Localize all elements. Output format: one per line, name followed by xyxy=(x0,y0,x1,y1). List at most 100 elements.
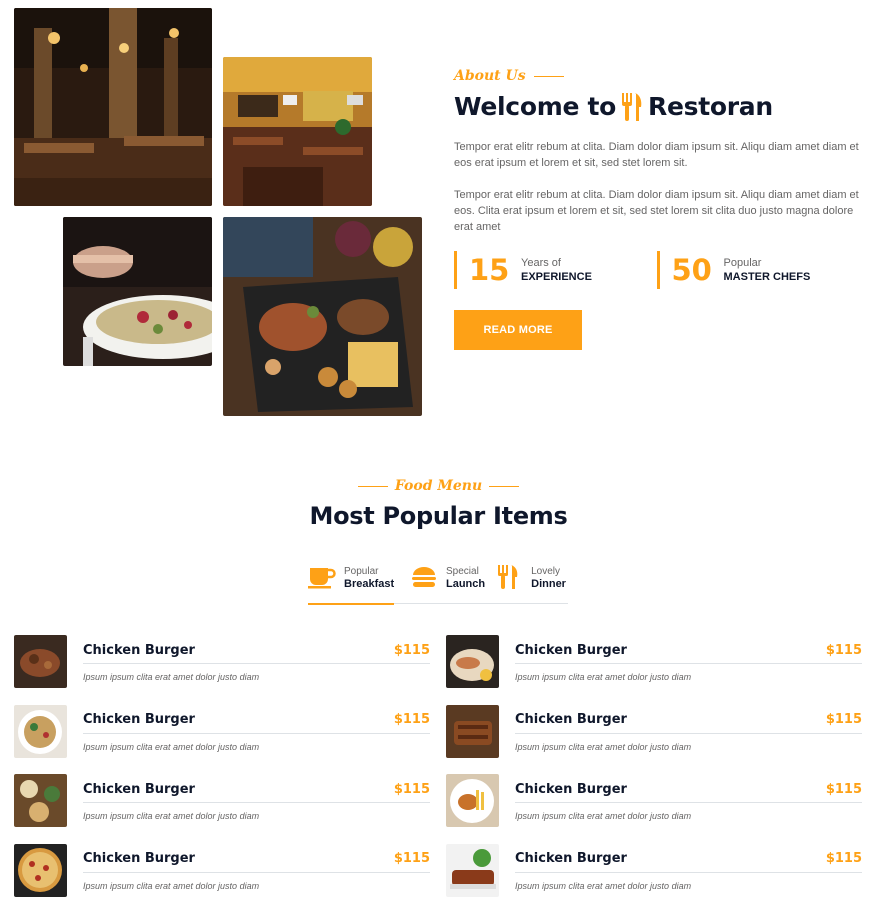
about-title-prefix: Welcome to xyxy=(454,92,617,121)
menu-item-body: Chicken Burger $115 Ipsum ipsum clita er… xyxy=(515,844,862,898)
menu-item-desc: Ipsum ipsum clita erat amet dolor justo … xyxy=(515,811,692,821)
about-label: About Us xyxy=(454,68,859,84)
menu-item-name: Chicken Burger xyxy=(83,712,195,727)
menu-item-top: Chicken Burger $115 xyxy=(83,705,430,734)
stat-experience: 15 Years of EXPERIENCE xyxy=(454,251,657,289)
read-more-button[interactable]: READ MORE xyxy=(454,310,582,350)
menu-item-image xyxy=(446,843,499,897)
about-label-text: About Us xyxy=(454,68,526,84)
menu-item-price: $115 xyxy=(393,642,430,658)
stat-line2: EXPERIENCE xyxy=(521,271,592,283)
tab-breakfast[interactable]: Popular Breakfast xyxy=(308,562,394,605)
stat-line2: MASTER CHEFS xyxy=(723,271,811,283)
menu-item-image xyxy=(14,843,67,897)
tab-text: Lovely Dinner xyxy=(531,566,566,590)
menu-item-desc: Ipsum ipsum clita erat amet dolor justo … xyxy=(83,672,260,682)
about-title-brand: Restoran xyxy=(648,92,773,121)
menu-item-price: $115 xyxy=(393,712,430,727)
menu-item-top: Chicken Burger $115 xyxy=(515,774,862,803)
menu-item[interactable]: Chicken Burger $115 Ipsum ipsum clita er… xyxy=(446,843,862,898)
about-section: About Us Welcome to Restoran Tempor erat… xyxy=(454,68,859,350)
menu-item[interactable]: Chicken Burger $115 Ipsum ipsum clita er… xyxy=(446,704,862,759)
menu-item-name: Chicken Burger xyxy=(515,781,627,797)
about-photo-interior-bar xyxy=(223,57,372,206)
tab-text: Popular Breakfast xyxy=(344,566,394,590)
stat-number: 50 xyxy=(671,253,712,287)
menu-item-image xyxy=(14,774,67,827)
menu-item-desc: Ipsum ipsum clita erat amet dolor justo … xyxy=(83,741,260,752)
tab-big: Dinner xyxy=(531,578,566,590)
tab-big: Breakfast xyxy=(344,578,395,590)
tab-dinner[interactable]: Lovely Dinner xyxy=(495,562,566,604)
menu-item-price: $115 xyxy=(393,781,430,797)
menu-label-text: Food Menu xyxy=(394,478,483,494)
about-photo-salad xyxy=(63,217,212,366)
about-photo-platter xyxy=(223,217,422,416)
menu-item-top: Chicken Burger $115 xyxy=(515,705,862,734)
menu-item-top: Chicken Burger $115 xyxy=(515,635,862,664)
stat-chefs: 50 Popular MASTER CHEFS xyxy=(656,251,860,289)
menu-item-body: Chicken Burger $115 Ipsum ipsum clita er… xyxy=(83,774,430,828)
menu-item-image xyxy=(14,704,67,758)
menu-item-top: Chicken Burger $115 xyxy=(515,844,862,873)
menu-item-name: Chicken Burger xyxy=(83,642,195,658)
stat-text: Popular MASTER CHEFS xyxy=(724,256,811,284)
label-line xyxy=(533,75,564,77)
menu-item[interactable]: Chicken Burger $115 Ipsum ipsum clita er… xyxy=(446,774,862,828)
menu-item-desc: Ipsum ipsum clita erat amet dolor justo … xyxy=(83,880,260,891)
menu-item-name: Chicken Burger xyxy=(515,712,627,727)
tab-small: Lovely xyxy=(531,566,561,577)
menu-item-top: Chicken Burger $115 xyxy=(83,844,430,873)
menu-item-image xyxy=(14,635,67,688)
menu-item-price: $115 xyxy=(825,781,862,797)
menu-item-body: Chicken Burger $115 Ipsum ipsum clita er… xyxy=(515,635,862,689)
menu-item-body: Chicken Burger $115 Ipsum ipsum clita er… xyxy=(83,844,430,898)
menu-item-desc: Ipsum ipsum clita erat amet dolor justo … xyxy=(515,741,692,752)
menu-item-top: Chicken Burger $115 xyxy=(83,635,430,664)
stat-text: Years of EXPERIENCE xyxy=(521,256,592,284)
menu-item-desc: Ipsum ipsum clita erat amet dolor justo … xyxy=(515,880,692,891)
tab-small: Special xyxy=(446,566,479,577)
about-title: Welcome to Restoran xyxy=(454,92,859,121)
menu-column-right: Chicken Burger $115 Ipsum ipsum clita er… xyxy=(446,635,862,913)
label-line-right xyxy=(489,485,520,487)
coffee-icon xyxy=(308,565,336,589)
tab-big: Launch xyxy=(446,578,486,590)
about-paragraph-2: Tempor erat elitr rebum at clita. Diam d… xyxy=(454,189,859,233)
about-photo-interior-dark xyxy=(14,8,212,206)
menu-item-top: Chicken Burger $115 xyxy=(83,774,430,803)
menu-item[interactable]: Chicken Burger $115 Ipsum ipsum clita er… xyxy=(14,635,430,689)
menu-item-desc: Ipsum ipsum clita erat amet dolor justo … xyxy=(83,811,260,821)
utensils-icon xyxy=(621,92,643,121)
menu-item[interactable]: Chicken Burger $115 Ipsum ipsum clita er… xyxy=(14,774,430,828)
menu-item[interactable]: Chicken Burger $115 Ipsum ipsum clita er… xyxy=(14,843,430,898)
menu-item-price: $115 xyxy=(825,642,862,658)
tab-text: Special Launch xyxy=(446,566,485,590)
menu-item-name: Chicken Burger xyxy=(83,851,195,866)
stats-row: 15 Years of EXPERIENCE 50 Popular MASTER… xyxy=(454,251,859,289)
menu-tabs: Popular Breakfast Special Launch Lovely … xyxy=(308,562,568,605)
menu-item-body: Chicken Burger $115 Ipsum ipsum clita er… xyxy=(515,705,862,759)
menu-item[interactable]: Chicken Burger $115 Ipsum ipsum clita er… xyxy=(14,704,430,759)
menu-title: Most Popular Items xyxy=(309,502,568,530)
stat-line1: Years of xyxy=(521,257,561,269)
menu-item-name: Chicken Burger xyxy=(515,642,627,658)
menu-item-image xyxy=(446,704,499,758)
menu-item[interactable]: Chicken Burger $115 Ipsum ipsum clita er… xyxy=(446,635,862,689)
tab-launch[interactable]: Special Launch xyxy=(410,562,485,604)
tab-small: Popular xyxy=(344,566,379,577)
menu-item-name: Chicken Burger xyxy=(515,851,627,866)
menu-item-price: $115 xyxy=(825,712,862,727)
menu-item-body: Chicken Burger $115 Ipsum ipsum clita er… xyxy=(83,705,430,759)
menu-item-name: Chicken Burger xyxy=(83,781,195,797)
menu-label: Food Menu xyxy=(0,478,877,494)
utensils-icon xyxy=(495,565,523,589)
menu-item-price: $115 xyxy=(825,851,862,866)
about-paragraph-1: Tempor erat elitr rebum at clita. Diam d… xyxy=(454,141,859,169)
label-line-left xyxy=(357,485,388,487)
stat-number: 15 xyxy=(469,253,510,287)
stat-line1: Popular xyxy=(723,257,762,269)
menu-item-body: Chicken Burger $115 Ipsum ipsum clita er… xyxy=(83,635,430,689)
menu-item-body: Chicken Burger $115 Ipsum ipsum clita er… xyxy=(515,774,862,828)
hamburger-icon xyxy=(410,565,438,589)
